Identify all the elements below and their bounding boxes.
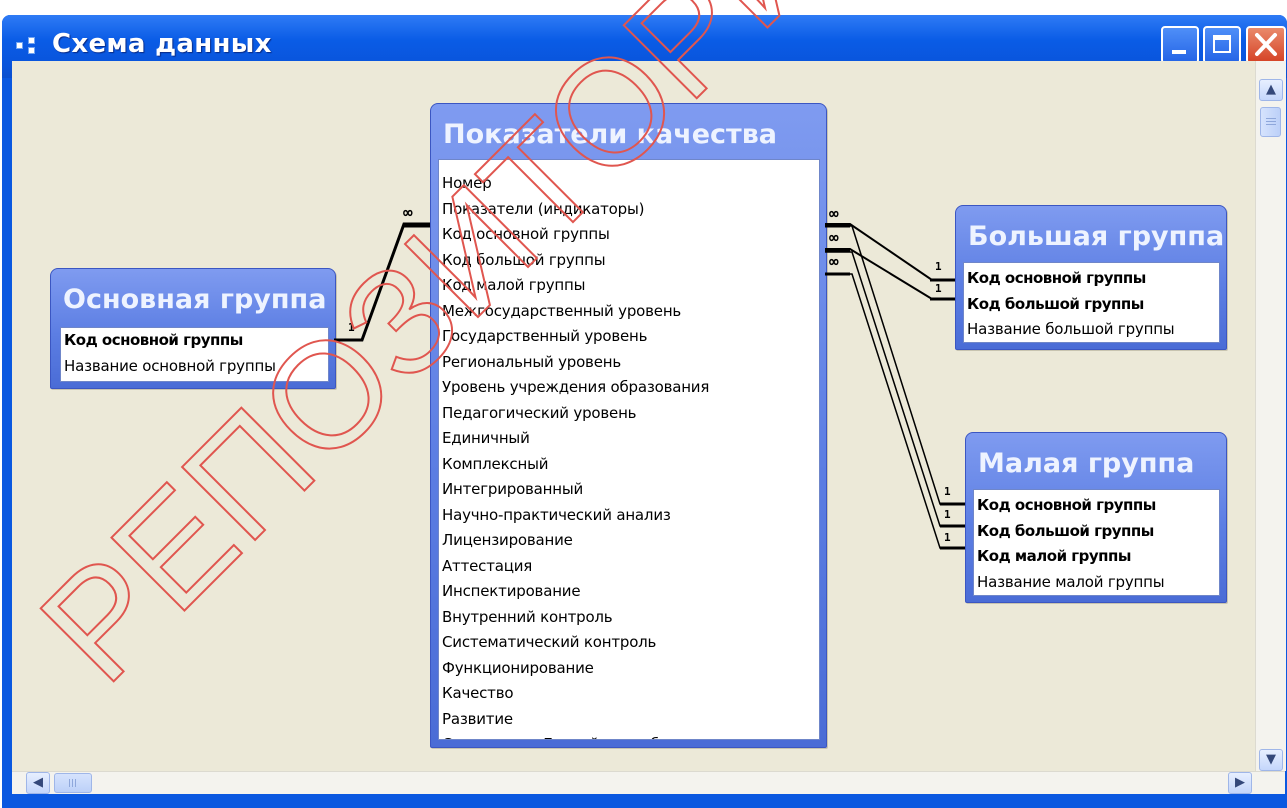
field-item[interactable]: Межгосударственный уровень	[439, 299, 819, 325]
close-icon	[1255, 33, 1277, 56]
table-title: Показатели качества	[443, 119, 778, 150]
field-item[interactable]: Систематический контроль	[439, 630, 819, 656]
field-list: Номер Показатели (индикаторы) Код основн…	[438, 159, 820, 740]
table-title: Большая группа	[968, 221, 1225, 252]
field-item[interactable]: Интегрированный	[439, 477, 819, 503]
field-item[interactable]: Код большой группы	[964, 292, 1219, 318]
table-title: Основная группа	[63, 284, 327, 315]
field-item[interactable]: Педагогический уровень	[439, 401, 819, 427]
table-title: Малая группа	[978, 448, 1195, 479]
horizontal-scrollbar[interactable]: ◀ ▶	[12, 771, 1285, 794]
field-item[interactable]: Показатели (индикаторы)	[439, 197, 819, 223]
field-item[interactable]: Код основной группы	[439, 222, 819, 248]
field-item[interactable]: Комплексный	[439, 452, 819, 478]
field-item[interactable]: Код основной группы	[61, 328, 328, 354]
field-item[interactable]: Номер	[439, 171, 819, 197]
field-item[interactable]: Код основной группы	[964, 266, 1219, 292]
field-list: Код основной группы Название основной гр…	[60, 327, 329, 382]
field-item[interactable]: Аттестация	[439, 554, 819, 580]
field-item[interactable]: Внутренний контроль	[439, 605, 819, 631]
table-big-group[interactable]: Большая группа Код основной группы Код б…	[955, 205, 1227, 350]
field-item[interactable]: Код малой группы	[439, 273, 819, 299]
vertical-scrollbar[interactable]: ▲ ▼	[1255, 61, 1286, 771]
field-list: Код основной группы Код большой группы К…	[973, 489, 1220, 596]
field-item[interactable]: Сравнение с Еропейским образованием	[439, 732, 819, 739]
scroll-down-button[interactable]: ▼	[1259, 749, 1283, 771]
scroll-right-button[interactable]: ▶	[1228, 772, 1252, 794]
window-title: Схема данных	[52, 29, 272, 59]
field-item[interactable]: Научно-практический анализ	[439, 503, 819, 529]
right-arrow-icon: ▶	[1235, 775, 1245, 790]
table-small-group[interactable]: Малая группа Код основной группы Код бол…	[965, 432, 1227, 603]
down-arrow-icon: ▼	[1266, 752, 1276, 767]
horizontal-scroll-thumb[interactable]	[54, 773, 92, 793]
relationships-icon	[16, 37, 42, 55]
field-item[interactable]: Код большой группы	[439, 248, 819, 274]
field-item[interactable]: Инспектирование	[439, 579, 819, 605]
field-item[interactable]: Региональный уровень	[439, 350, 819, 376]
field-item[interactable]: Единичный	[439, 426, 819, 452]
maximize-icon	[1213, 35, 1231, 53]
field-item[interactable]: Качество	[439, 681, 819, 707]
field-item[interactable]: Развитие	[439, 707, 819, 733]
field-item[interactable]: Код основной группы	[974, 493, 1219, 519]
close-button[interactable]	[1246, 26, 1286, 64]
vertical-scroll-thumb[interactable]	[1260, 107, 1281, 137]
scroll-left-button[interactable]: ◀	[26, 772, 50, 794]
field-item[interactable]: Название малой группы	[974, 570, 1219, 596]
field-item[interactable]: Код малой группы	[974, 544, 1219, 570]
field-item[interactable]: Код большой группы	[974, 519, 1219, 545]
field-item[interactable]: Государственный уровень	[439, 324, 819, 350]
field-item[interactable]: Функционирование	[439, 656, 819, 682]
field-list: Код основной группы Код большой группы Н…	[963, 262, 1220, 343]
table-main-group[interactable]: Основная группа Код основной группы Назв…	[50, 268, 336, 389]
minimize-button[interactable]	[1161, 26, 1199, 64]
table-quality-indicators[interactable]: Показатели качества Номер Показатели (ин…	[430, 103, 827, 748]
up-arrow-icon: ▲	[1266, 82, 1276, 97]
scroll-up-button[interactable]: ▲	[1259, 79, 1283, 101]
maximize-button[interactable]	[1203, 26, 1241, 64]
left-arrow-icon: ◀	[33, 775, 43, 790]
field-item[interactable]: Уровень учреждения образования	[439, 375, 819, 401]
field-item[interactable]: Название основной группы	[61, 354, 328, 380]
field-item[interactable]: Название большой группы	[964, 317, 1219, 342]
minimize-icon	[1172, 50, 1186, 54]
field-item[interactable]: Лицензирование	[439, 528, 819, 554]
